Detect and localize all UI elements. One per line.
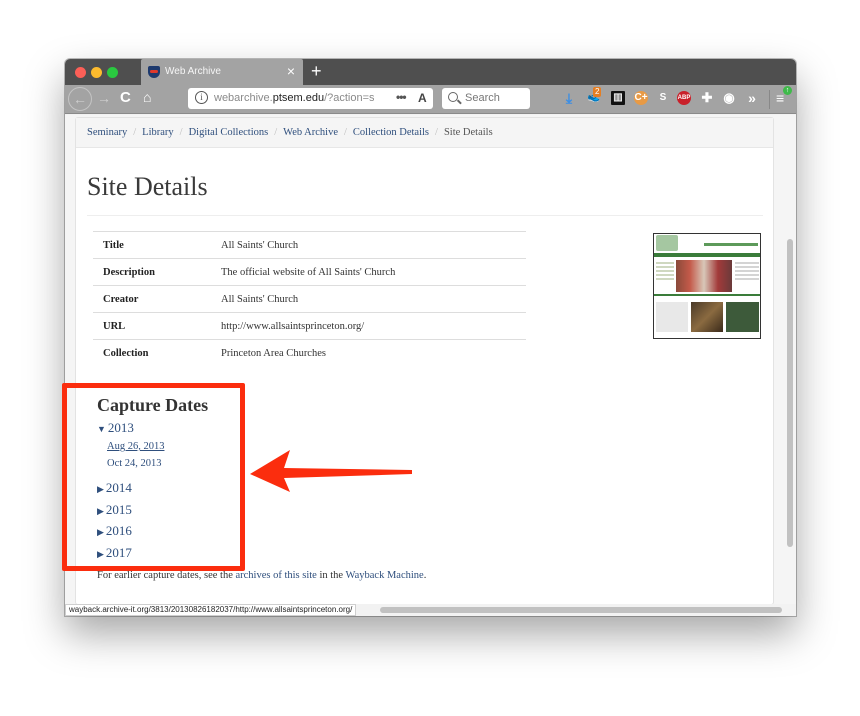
archives-link[interactable]: archives of this site: [235, 570, 316, 581]
maximize-window-button[interactable]: [107, 67, 118, 78]
status-bar: wayback.archive-it.org/3813/201308261820…: [65, 604, 796, 616]
update-available-icon: ↑: [783, 86, 792, 95]
download-icon[interactable]: ⤓: [562, 91, 576, 105]
table-row: Collection Princeton Area Churches: [93, 339, 526, 367]
home-button[interactable]: ⌂: [143, 89, 151, 105]
table-row: Description The official website of All S…: [93, 258, 526, 286]
vertical-scrollbar-thumb[interactable]: [787, 239, 793, 547]
close-window-button[interactable]: [75, 67, 86, 78]
url-bar[interactable]: i webarchive.ptsem.edu/?action=se ••• A: [188, 88, 433, 109]
table-row: Title All Saints' Church: [93, 231, 526, 259]
puzzle-extension-icon[interactable]: ✚: [700, 91, 714, 105]
site-details-table: Title All Saints' Church Description The o…: [93, 231, 526, 367]
breadcrumb-site-details: Site Details: [443, 127, 493, 138]
trash-extension-icon[interactable]: ▥: [611, 91, 625, 105]
search-icon: [448, 92, 458, 102]
footnote-text: in the: [316, 570, 346, 581]
breadcrumb-separator: /: [179, 127, 183, 138]
thumb-image-church: [656, 302, 688, 332]
url-text[interactable]: webarchive.ptsem.edu/?action=se: [214, 92, 374, 104]
breadcrumb-library[interactable]: Library: [142, 127, 174, 138]
title-divider: [87, 215, 763, 216]
detail-value: All Saints' Church: [211, 285, 526, 313]
earlier-captures-note: For earlier capture dates, see the archi…: [97, 570, 426, 581]
breadcrumb-separator: /: [274, 127, 278, 138]
detail-value: All Saints' Church: [211, 231, 526, 259]
detail-key: Title: [93, 231, 211, 259]
tab-web-archive[interactable]: Web Archive ×: [141, 59, 303, 85]
thumb-sidebar-right: [735, 262, 759, 282]
table-row: URL http://www.allsaintsprinceton.org/: [93, 312, 526, 340]
adblock-plus-icon[interactable]: ABP: [677, 91, 691, 105]
toolbar-divider: [769, 90, 770, 109]
detail-value: http://www.allsaintsprinceton.org/: [211, 312, 526, 340]
detail-value: Princeton Area Churches: [211, 339, 526, 367]
thumb-image-painting: [691, 302, 723, 332]
tab-bar: Web Archive × +: [65, 59, 796, 85]
minimize-window-button[interactable]: [91, 67, 102, 78]
account-icon[interactable]: ◉: [722, 91, 736, 105]
footnote-text: .: [423, 570, 427, 581]
breadcrumb-web-archive[interactable]: Web Archive: [283, 127, 338, 138]
overflow-menu-icon[interactable]: »: [745, 91, 759, 105]
detail-key: Description: [93, 258, 211, 286]
annotation-highlight-box: [62, 383, 245, 571]
thumb-band: [654, 294, 760, 296]
wayback-machine-link[interactable]: Wayback Machine: [346, 570, 424, 581]
breadcrumb-separator: /: [343, 127, 347, 138]
horizontal-scrollbar-thumb[interactable]: [380, 607, 782, 613]
table-row: Creator All Saints' Church: [93, 285, 526, 313]
thumb-tagline: [704, 243, 758, 246]
reader-view-icon[interactable]: A: [418, 91, 427, 105]
tab-close-icon[interactable]: ×: [287, 63, 295, 79]
thumb-hero-image: [676, 260, 732, 292]
c-plus-extension-icon[interactable]: C+: [634, 91, 648, 105]
new-tab-button[interactable]: +: [311, 60, 322, 82]
thumb-sidebar-left: [656, 262, 674, 282]
page-actions-icon[interactable]: •••: [396, 90, 407, 104]
breadcrumb-digital-collections[interactable]: Digital Collections: [189, 127, 269, 138]
s-extension-icon[interactable]: S: [656, 91, 670, 105]
info-icon[interactable]: i: [195, 91, 208, 104]
thumb-image-map: [726, 302, 759, 332]
breadcrumb-separator: /: [133, 127, 137, 138]
search-placeholder: Search: [465, 92, 500, 104]
reload-button[interactable]: C: [120, 89, 131, 106]
breadcrumb: Seminary / Library / Digital Collections / Web…: [76, 118, 773, 148]
breadcrumb-separator: /: [435, 127, 438, 138]
back-button[interactable]: ←: [68, 87, 92, 111]
annotation-arrow-icon: [250, 450, 412, 492]
url-suffix: /?action=se: [324, 92, 374, 104]
footnote-text: For earlier capture dates, see the: [97, 570, 236, 581]
extension-badge: 2: [593, 87, 602, 97]
detail-key: URL: [93, 312, 211, 340]
url-domain: ptsem.edu: [272, 92, 325, 104]
detail-key: Creator: [93, 285, 211, 313]
breadcrumb-collection-details[interactable]: Collection Details: [353, 127, 429, 138]
nav-toolbar: ← → C ⌂ i webarchive.ptsem.edu/?action=s…: [65, 85, 796, 114]
url-prefix: webarchive.: [214, 92, 273, 104]
thumb-logo: [656, 235, 678, 251]
detail-value: The official website of All Saints' Chur…: [211, 258, 526, 286]
search-input[interactable]: Search: [442, 88, 530, 109]
thumb-nav: [654, 253, 760, 257]
tab-title: Web Archive: [165, 66, 221, 77]
detail-key: Collection: [93, 339, 211, 367]
page-title: Site Details: [87, 172, 208, 201]
site-thumbnail[interactable]: [653, 233, 761, 339]
status-url: wayback.archive-it.org/3813/201308261820…: [65, 604, 357, 616]
seminary-shield-icon: [148, 66, 160, 78]
forward-button[interactable]: →: [97, 90, 111, 106]
breadcrumb-seminary[interactable]: Seminary: [87, 127, 127, 138]
